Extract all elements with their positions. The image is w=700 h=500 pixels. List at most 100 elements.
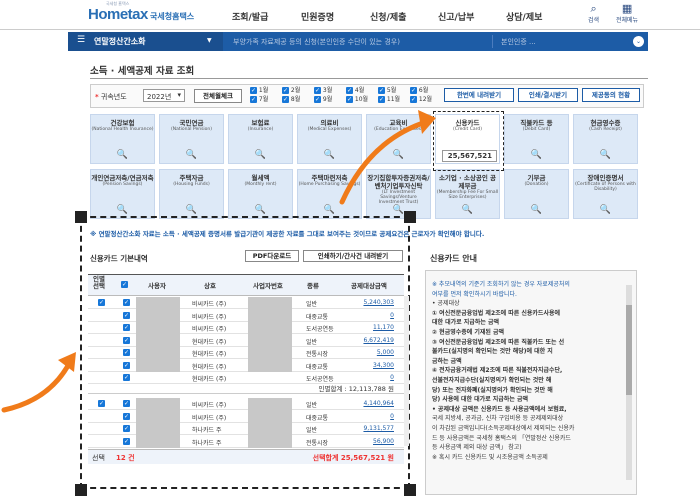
breadcrumb-item[interactable]: 부양가족 자료제공 등의 신청(본인인증 수단이 있는 경우) — [233, 37, 400, 47]
shop-name: 비씨카드 (주) — [192, 301, 227, 308]
print-download-button[interactable]: 인쇄하기/간사건 내려받기 — [303, 250, 403, 262]
month-checkbox-8[interactable]: ✓ 8월 — [282, 96, 300, 104]
tile-10[interactable]: 월세액 (Monthly rent) 🔍 — [228, 169, 293, 219]
search-icon: 🔍 — [461, 205, 474, 215]
year-select[interactable]: 2022년 — [143, 89, 185, 102]
amount-link[interactable]: 4,140,964 — [363, 400, 394, 407]
chevron-down-icon[interactable]: ▼ — [207, 37, 212, 44]
amount-link[interactable]: 9,131,577 — [363, 425, 394, 432]
row-checkbox[interactable]: ✓ — [123, 349, 130, 356]
guide-line: 당) 또는 전자화폐(실지명의가 확인되는 것만 해 — [432, 386, 553, 394]
chevron-down-circle-icon[interactable]: ⌄ — [633, 36, 644, 47]
breadcrumb-bar: ☰ 연말정산간소화 ▼ 부양가족 자료제공 등의 신청(본인인증 수단이 있는 … — [68, 32, 648, 51]
shop-name: 하나카드 주 — [192, 427, 222, 434]
select-all-checkbox[interactable]: ✓ — [121, 280, 128, 288]
row-checkbox[interactable]: ✓ — [123, 324, 130, 331]
selected-total-row: 선택 12 건 선택합계 25,567,521 원 — [88, 449, 404, 464]
search-icon: 🔍 — [599, 205, 612, 215]
col-amount-header: 공제대상금액 — [351, 282, 387, 290]
shop-name: 비씨카드 (주) — [192, 414, 227, 422]
checkbox-checked-icon: ✓ — [250, 96, 257, 103]
search-icon: 🔍 — [254, 205, 267, 215]
amount-link[interactable]: 56,900 — [373, 438, 394, 445]
checkbox-checked-icon: ✓ — [378, 87, 385, 94]
guide-line: 여부를 먼저 확인하시기 바랍니다. — [432, 290, 517, 298]
amount-link[interactable]: 34,300 — [373, 362, 394, 369]
guide-title: 신용카드 안내 — [430, 254, 477, 263]
breadcrumb-item-2[interactable]: 본인인증 ... — [501, 37, 536, 47]
all-menu-button[interactable]: ▦ 전체메뉴 — [616, 3, 638, 25]
checkbox-checked-icon: ✓ — [250, 87, 257, 94]
amount-link[interactable]: 5,240,303 — [363, 299, 394, 306]
month-checkbox-1[interactable]: ✓ 1월 — [250, 87, 268, 95]
amount-link[interactable]: 0 — [390, 312, 394, 319]
guide-line: 드 등 사용금액은 국세청 홈택스의 「연말정산 신용카드 — [432, 434, 571, 442]
guide-scrollbar[interactable] — [626, 285, 632, 480]
hamburger-icon[interactable]: ☰ — [77, 35, 85, 45]
search-icon: 🔍 — [530, 150, 543, 160]
row-checkbox[interactable]: ✓ — [123, 425, 130, 432]
tile-label: 월세액 — [251, 174, 270, 182]
tile-15[interactable]: 장애인증명서 (Certificate of Persons with Disab… — [573, 169, 638, 219]
month-checkbox-2[interactable]: ✓ 2월 — [282, 87, 300, 95]
col-type-header: 종류 — [307, 282, 319, 290]
person-checkbox[interactable]: ✓ — [98, 299, 105, 306]
all-month-check-button[interactable]: 전체월체크 — [194, 89, 242, 103]
logo-korean-text: 국세청홈택스 — [150, 12, 195, 21]
shop-name: 비씨카드 (주) — [192, 326, 227, 333]
table-scrollbar[interactable] — [404, 296, 409, 446]
shop-name: 현대카드 (주) — [192, 363, 227, 371]
tile-14[interactable]: 기부금 (Donation) 🔍 — [504, 169, 569, 219]
amount-link[interactable]: 5,000 — [377, 349, 394, 356]
orange-arrow-top — [339, 110, 436, 205]
month-checkbox-5[interactable]: ✓ 5월 — [378, 87, 396, 95]
row-checkbox[interactable]: ✓ — [123, 400, 130, 407]
month-checkbox-6[interactable]: ✓ 6월 — [410, 87, 428, 95]
amount-link[interactable]: 11,170 — [373, 324, 394, 331]
tile-9[interactable]: 주택자금 (Housing Funds) 🔍 — [159, 169, 224, 219]
tile-8[interactable]: 개인연금저축/연금저축 (Pension Savings) 🔍 — [90, 169, 155, 219]
card-type: 일반 — [306, 402, 318, 409]
amount-link[interactable]: 6,672,419 — [363, 337, 394, 344]
year-label: * 귀속년도 — [95, 93, 127, 101]
row-checkbox[interactable]: ✓ — [123, 299, 130, 306]
guide-line: ③ 여신전문금융업법 제2조에 따른 직불카드 또는 선 — [432, 338, 565, 346]
guide-text: ※ 추모내역의 기준기 조회하기 않는 경우 자료제공처의 여부를 먼저 확인하시… — [432, 280, 620, 462]
row-checkbox[interactable]: ✓ — [123, 361, 130, 369]
month-checkbox-3[interactable]: ✓ 3월 — [314, 87, 332, 95]
masked-bizno — [248, 398, 292, 448]
row-checkbox[interactable]: ✓ — [123, 336, 130, 344]
month-checkbox-7[interactable]: ✓ 7월 — [250, 96, 268, 104]
nav-item-certificate[interactable]: 민원증명 — [301, 10, 334, 23]
masked-user — [136, 398, 180, 448]
nav-item-consult[interactable]: 상담/제보 — [506, 10, 542, 23]
row-checkbox[interactable]: ✓ — [123, 437, 130, 445]
person-checkbox[interactable]: ✓ — [98, 400, 105, 407]
tile-6[interactable]: 직불카드 등 (Debit Card) 🔍 — [504, 114, 569, 164]
tile-label: 현금영수증 — [590, 119, 621, 127]
credit-card-detail-title: 신용카드 기본내역 — [90, 254, 148, 263]
tile-7[interactable]: 현금영수증 (Cash Receipt) 🔍 — [573, 114, 638, 164]
download-all-button[interactable]: 한번에 내려받기 — [444, 88, 514, 102]
tile-1[interactable]: 국민연금 (National Pension) 🔍 — [159, 114, 224, 164]
tile-en-label: (Cash Receipt) — [589, 127, 622, 132]
month-checkbox-4[interactable]: ✓ 4월 — [346, 87, 364, 95]
amount-link[interactable]: 0 — [390, 413, 394, 420]
tile-2[interactable]: 보험료 (Insurance) 🔍 — [228, 114, 293, 164]
nav-item-report[interactable]: 신고/납부 — [438, 10, 474, 23]
guide-line: 당) 사용에 대한 대가로 지급하는 금액 — [432, 396, 528, 404]
provide-status-button[interactable]: 제공동의 현황 — [582, 88, 640, 102]
print-button[interactable]: 인쇄/결시받기 — [518, 88, 578, 102]
nav-item-apply[interactable]: 신청/제출 — [370, 10, 406, 23]
tile-0[interactable]: 건강보험 (National Health Insurance) 🔍 — [90, 114, 155, 164]
search-icon: 🔍 — [185, 205, 198, 215]
search-button[interactable]: ⌕ 검색 — [588, 3, 599, 25]
hometax-logo[interactable]: Hometax — [88, 6, 148, 23]
pdf-download-button[interactable]: PDF다운로드 — [245, 250, 299, 262]
row-checkbox[interactable]: ✓ — [123, 311, 130, 319]
tile-13[interactable]: 소기업 · 소상공인 공제부금 (Membership Fee For Small… — [435, 169, 500, 219]
col-shop-header: 상호 — [204, 282, 216, 290]
menu-title: 연말정산간소화 — [94, 37, 146, 46]
nav-item-inquiry[interactable]: 조회/발급 — [232, 10, 268, 23]
row-checkbox[interactable]: ✓ — [123, 412, 130, 420]
